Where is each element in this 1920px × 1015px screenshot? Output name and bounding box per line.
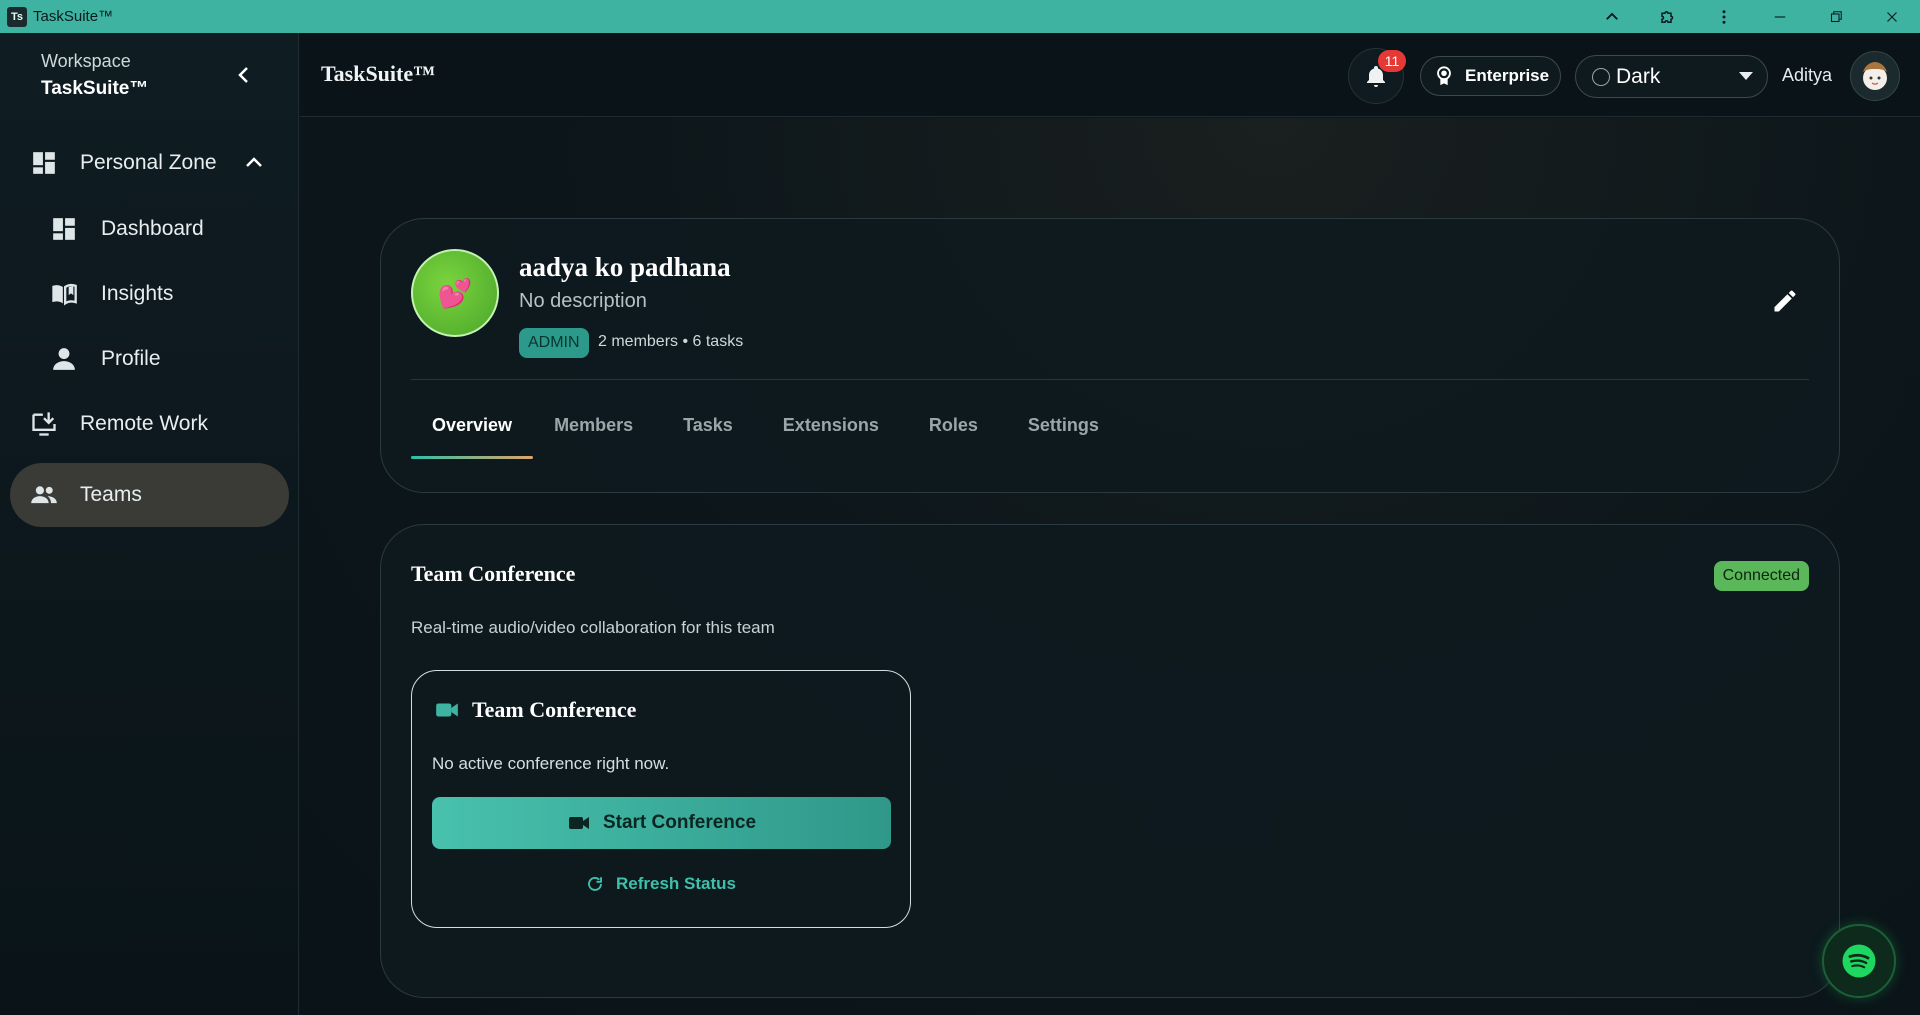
workspace-name: TaskSuite™ [41,78,149,99]
sidebar-item-label: Dashboard [101,217,204,240]
tab-members[interactable]: Members [533,415,654,445]
tab-label: Roles [928,415,978,435]
grid-icon [30,149,58,177]
conference-panel-title: Team Conference [472,697,637,722]
start-conference-button[interactable]: Start Conference [432,797,891,849]
video-camera-icon [568,817,589,829]
book-icon [50,280,78,308]
tab-label: Members [554,415,634,435]
restore-icon[interactable] [1808,0,1864,33]
caret-down-icon [1739,72,1753,80]
refresh-status-button[interactable]: Refresh Status [412,874,910,894]
tab-tasks[interactable]: Tasks [654,415,754,445]
sidebar-item-label: Personal Zone [80,151,217,174]
conference-section-title: Team Conference [411,561,576,586]
titlebar-controls [1584,0,1920,33]
window-titlebar: Ts TaskSuite™ [0,0,1920,33]
sidebar-item-label: Teams [80,483,142,506]
chevron-up-icon[interactable] [1584,0,1640,33]
start-conference-label: Start Conference [602,812,757,833]
award-icon [1437,66,1451,86]
monitor-download-icon [30,410,58,438]
plan-button[interactable]: Enterprise [1420,56,1561,96]
tab-label: Tasks [683,415,733,435]
tab-roles[interactable]: Roles [900,415,999,445]
tab-label: Settings [1027,415,1099,435]
theme-select[interactable]: Dark [1575,55,1768,98]
people-icon [30,481,58,509]
active-tab-indicator [411,456,534,459]
spotify-button[interactable] [1822,924,1896,998]
person-icon [50,345,78,373]
sidebar-item-label: Profile [101,347,161,370]
team-meta: 2 members • 6 tasks [598,333,744,350]
avatar-image [1863,62,1887,90]
workspace-label: Workspace [41,51,131,71]
main-content: 💕 aadya ko padhana No description ADMIN … [300,118,1920,1015]
theme-value: Dark [1616,64,1661,88]
theme-circle-icon [1592,67,1610,86]
window-title: TaskSuite™ [33,8,114,25]
team-name: aadya ko padhana [519,252,731,282]
sidebar-item-teams[interactable]: Teams [10,463,289,527]
refresh-status-label: Refresh Status [616,874,736,893]
team-description: No description [519,290,647,312]
spotify-icon [1842,944,1876,978]
conference-subtitle: Real-time audio/video collaboration for … [411,618,775,637]
extension-icon[interactable] [1640,0,1696,33]
conference-status-message: No active conference right now. [432,754,670,773]
team-tabs: Overview Members Tasks Extensions Roles … [411,415,1120,459]
team-header-card: 💕 aadya ko padhana No description ADMIN … [380,218,1840,493]
minimize-icon[interactable] [1752,0,1808,33]
sidebar-item-dashboard[interactable]: Dashboard [50,211,204,247]
role-badge: ADMIN [519,328,589,358]
sidebar-item-remote-work[interactable]: Remote Work [30,406,208,442]
sidebar-item-profile[interactable]: Profile [50,341,161,377]
dashboard-icon [50,215,78,243]
sidebar-item-personal-zone[interactable]: Personal Zone [30,145,270,181]
collapse-sidebar-button[interactable] [232,63,256,87]
chevron-up-icon [242,151,266,181]
user-avatar[interactable] [1850,51,1900,101]
sidebar-item-insights[interactable]: Insights [50,276,173,312]
brand-title: TaskSuite™ [321,61,436,86]
conference-panel: Team Conference No active conference rig… [411,670,911,928]
sidebar: Workspace TaskSuite™ Personal Zone Dashb… [0,33,299,1015]
pencil-icon [1774,290,1796,312]
tab-settings[interactable]: Settings [999,415,1120,445]
team-conference-card: Team Conference Connected Real-time audi… [380,524,1840,998]
tab-label: Overview [432,415,513,435]
app-icon: Ts [7,6,27,27]
video-camera-icon [436,703,458,717]
tab-overview[interactable]: Overview [411,415,534,459]
more-vertical-icon[interactable] [1696,0,1752,33]
divider [411,379,1809,380]
sidebar-item-label: Remote Work [80,412,208,435]
sidebar-item-label: Insights [101,282,174,305]
top-header: TaskSuite™ 11 Enterprise Dark Aditya [300,33,1920,117]
edit-team-button[interactable] [1771,287,1799,315]
conference-panel-header: Team Conference [434,697,636,723]
tab-extensions[interactable]: Extensions [754,415,900,445]
close-icon[interactable] [1864,0,1920,33]
notification-count-badge: 11 [1378,50,1406,72]
tab-label: Extensions [782,415,879,435]
connection-status-badge: Connected [1713,561,1809,591]
plan-label: Enterprise [1465,66,1550,85]
refresh-icon [588,877,602,891]
team-avatar: 💕 [411,249,499,337]
chevron-left-icon [238,67,248,83]
user-name: Aditya [1782,65,1833,85]
